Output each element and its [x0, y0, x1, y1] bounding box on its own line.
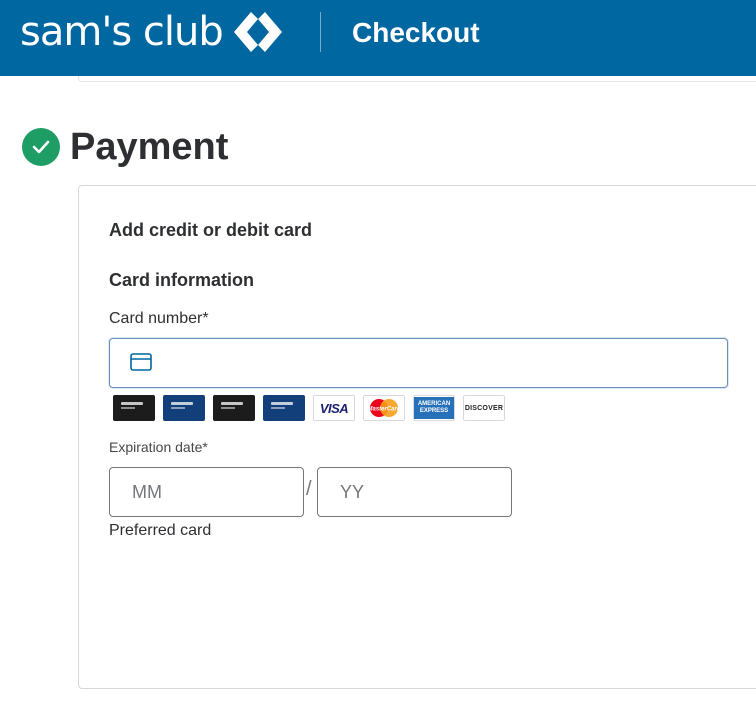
preferred-card-label: Preferred card: [109, 522, 212, 539]
expiration-year-input[interactable]: [338, 477, 498, 507]
sams-club-logo[interactable]: sam's club: [20, 8, 285, 56]
card-number-label: Card number*: [109, 310, 209, 327]
accepted-cards-row: VISA MasterCard AMERICAN EXPRESS DISCOVE…: [113, 395, 513, 421]
credit-card-icon: [130, 353, 152, 371]
payment-form-panel: [78, 185, 756, 689]
visa-label: VISA: [319, 400, 349, 416]
expiration-year-field[interactable]: [317, 467, 512, 517]
checkout-header: sam's club Checkout: [0, 0, 756, 76]
sams-club-diamond-icon: [233, 12, 282, 52]
sams-club-plus-mastercard-black-icon: [213, 395, 255, 421]
card-number-field[interactable]: [109, 338, 728, 388]
mastercard-icon: MasterCard: [363, 395, 405, 421]
header-title: Checkout: [352, 17, 480, 48]
sams-club-mastercard-blue-icon: [163, 395, 205, 421]
discover-icon: DISCOVER: [463, 395, 505, 421]
card-number-input[interactable]: [166, 347, 706, 379]
amex-label: AMERICAN EXPRESS: [417, 401, 451, 414]
expiration-separator: /: [306, 478, 312, 500]
sams-club-credit-blue-icon: [263, 395, 305, 421]
sams-club-mastercard-black-icon: [113, 395, 155, 421]
header-divider: [320, 12, 321, 52]
previous-section-panel: [78, 76, 756, 82]
discover-label: DISCOVER: [464, 404, 504, 412]
american-express-icon: AMERICAN EXPRESS: [413, 395, 455, 421]
card-information-heading: Card information: [109, 270, 255, 290]
expiration-date-label: Expiration date*: [109, 439, 208, 455]
visa-icon: VISA: [313, 395, 355, 421]
expiration-month-input[interactable]: [130, 477, 290, 507]
check-circle-icon: [22, 128, 60, 166]
section-title: Payment: [70, 126, 229, 168]
add-card-heading: Add credit or debit card: [109, 220, 313, 240]
expiration-month-field[interactable]: [109, 467, 304, 517]
brand-name: sam's club: [20, 9, 224, 55]
mastercard-label: MasterCard: [367, 407, 400, 413]
payment-section-header: Payment: [22, 124, 228, 170]
